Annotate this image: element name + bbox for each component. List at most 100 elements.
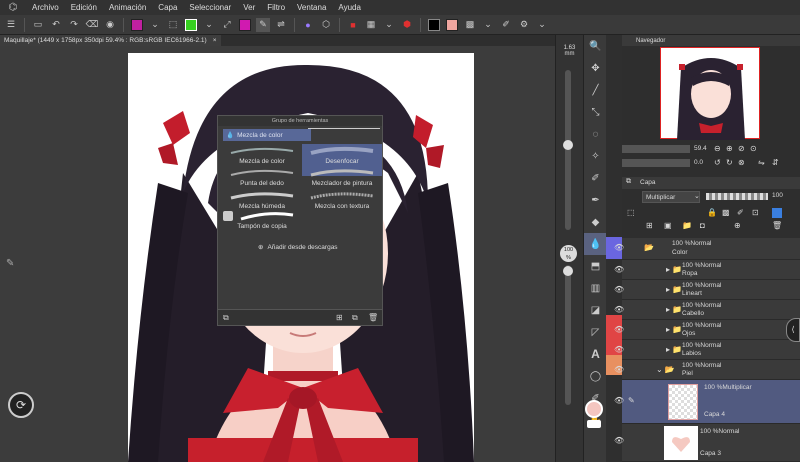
layer-item[interactable]: 👁 100 %Normal Capa 3	[614, 424, 800, 462]
ruler-icon[interactable]: ⇌	[274, 18, 288, 32]
actual-size-icon[interactable]: ⊙	[750, 144, 757, 153]
draft-icon[interactable]: ✐	[737, 208, 744, 217]
black-color-icon[interactable]	[427, 18, 441, 32]
new-layer-icon[interactable]: ⊞	[646, 221, 653, 230]
eye-icon[interactable]: 👁	[614, 305, 624, 314]
document-tab[interactable]: Maquillaje* (1449 x 1758px 350dpi 59.4% …	[0, 35, 221, 46]
chevron-down-icon[interactable]: ⌄	[481, 18, 495, 32]
opacity-badge[interactable]: 100 %	[560, 245, 577, 262]
lock-icon[interactable]: 🔒	[707, 208, 717, 217]
brush-size-handle[interactable]	[563, 140, 573, 150]
mask-icon[interactable]: ◘	[700, 221, 705, 230]
view-icon[interactable]: ◉	[103, 18, 117, 32]
add-from-downloads[interactable]: ⊕ Añadir desde descargas	[258, 243, 338, 252]
magenta-fill-icon[interactable]	[238, 18, 252, 32]
hamburger-icon[interactable]: ☰	[4, 18, 18, 32]
figure-icon[interactable]: ◪	[584, 299, 607, 321]
save-icon[interactable]: ▭	[31, 18, 45, 32]
transform-arrow-icon[interactable]: ⤡	[584, 101, 607, 123]
eyedropper-icon[interactable]: ✐	[499, 18, 513, 32]
cube-icon[interactable]: ⬡	[319, 18, 333, 32]
eye-icon[interactable]: 👁	[614, 365, 624, 374]
menu-capa[interactable]: Capa	[152, 3, 183, 12]
pen-tool-icon[interactable]: ✒	[584, 189, 607, 211]
eye-icon[interactable]: 👁	[614, 285, 624, 294]
sub-color-icon[interactable]	[587, 420, 601, 428]
chevron-down-icon[interactable]: ⌄	[382, 18, 396, 32]
selection-launcher-icon[interactable]	[184, 18, 198, 32]
settings-icon[interactable]: ⚙	[517, 18, 531, 32]
new-tool-icon[interactable]: ⊞	[336, 313, 343, 322]
eye-icon[interactable]: 👁	[614, 325, 624, 334]
ref-icon[interactable]: ⊡	[752, 208, 759, 217]
layer-item[interactable]: 👁 ▸ 📁 100 %Normal Ropa	[614, 260, 800, 280]
eye-icon[interactable]: 👁	[614, 243, 624, 252]
menu-edicion[interactable]: Edición	[65, 3, 103, 12]
chevron-down-icon[interactable]: ⌄	[535, 18, 549, 32]
delete-layer-icon[interactable]: 🗑	[772, 221, 782, 230]
delete-icon[interactable]: 🗑	[368, 313, 378, 322]
merge-icon[interactable]: ⊕	[734, 221, 741, 230]
new-vector-icon[interactable]: ▣	[664, 221, 672, 230]
clear-icon[interactable]: ⌫	[85, 18, 99, 32]
magic-wand-icon[interactable]: ✧	[584, 145, 607, 167]
layer-item[interactable]: 👁 ⌄ 📂 100 %Normal Piel	[614, 360, 800, 380]
transform-icon[interactable]: ⤢	[220, 18, 234, 32]
menu-filtro[interactable]: Filtro	[261, 3, 291, 12]
brush-edge-icon[interactable]: ✎	[6, 258, 14, 269]
layer-opacity-slider[interactable]	[706, 193, 768, 200]
eye-icon[interactable]: 👁	[614, 345, 624, 354]
opacity-handle[interactable]	[563, 266, 573, 276]
brush-size-slider[interactable]	[565, 70, 571, 230]
menu-seleccionar[interactable]: Seleccionar	[183, 3, 237, 12]
panel-collapse-handle[interactable]: ⟨	[786, 318, 800, 342]
selection-fill-icon[interactable]	[130, 18, 144, 32]
menu-ayuda[interactable]: Ayuda	[332, 3, 367, 12]
menu-ver[interactable]: Ver	[237, 3, 261, 12]
menu-animacion[interactable]: Animación	[103, 3, 152, 12]
zoom-out-icon[interactable]: ⊖	[714, 144, 721, 153]
layer-item[interactable]: 👁 📂 100 %Normal Color	[614, 238, 800, 260]
balloon-icon[interactable]: ◯	[584, 365, 607, 387]
chevron-down-icon[interactable]: ⌄	[694, 192, 700, 200]
zoom-in-icon[interactable]: ⊕	[726, 144, 733, 153]
layer-item-selected[interactable]: 👁 ✎ 100 %Multiplicar Capa 4	[614, 380, 800, 424]
undo-icon[interactable]: ↶	[49, 18, 63, 32]
main-color-swatch[interactable]	[585, 400, 603, 418]
flip-v-icon[interactable]: ⇵	[772, 158, 779, 167]
brush-mezcla-con-textura[interactable]: Mezcla con textura	[302, 189, 382, 221]
flip-h-icon[interactable]: ⇋	[758, 158, 765, 167]
fill-icon[interactable]: ⬒	[584, 255, 607, 277]
close-icon[interactable]: ×	[213, 37, 217, 44]
eraser-icon[interactable]: ◆	[584, 211, 607, 233]
stop-icon[interactable]: ■	[346, 18, 360, 32]
gradient-icon[interactable]: ▥	[584, 277, 607, 299]
text-icon[interactable]: A	[584, 343, 607, 365]
pen-icon[interactable]: ✎	[256, 17, 270, 32]
layer-tab[interactable]: Capa	[640, 179, 656, 186]
duplicate-icon[interactable]: ⧉	[352, 313, 358, 323]
menu-ventana[interactable]: Ventana	[291, 3, 332, 12]
navigator-zoom-slider[interactable]	[622, 145, 690, 153]
layer-item[interactable]: 👁 ▸ 📁 100 %Normal Ojos	[614, 320, 800, 340]
layer-color-icon[interactable]	[772, 208, 782, 218]
transparency-lock-icon[interactable]: ▩	[722, 208, 730, 217]
settings-icon[interactable]: ⧉	[223, 313, 229, 323]
grid-icon[interactable]: ▦	[364, 18, 378, 32]
line-icon[interactable]: ╱	[584, 79, 607, 101]
blend-drop-icon[interactable]: 💧	[584, 233, 607, 255]
redo-icon[interactable]: ↷	[67, 18, 81, 32]
crop-icon[interactable]: ⬚	[166, 18, 180, 32]
fit-icon[interactable]: ⊘	[738, 144, 745, 153]
frame-icon[interactable]: ◸	[584, 321, 607, 343]
layer-item[interactable]: 👁 ▸ 📁 100 %Normal Labios	[614, 340, 800, 360]
brush-tampon-de-copia[interactable]: Tampón de copia	[222, 209, 302, 241]
chevron-down-icon[interactable]: ⌄	[202, 18, 216, 32]
record-icon[interactable]: ⬢	[400, 18, 414, 32]
clip-icon[interactable]: ⬚	[627, 208, 635, 217]
navigator-preview[interactable]	[660, 47, 760, 140]
lasso-icon[interactable]: ◌	[584, 123, 607, 145]
rotate-left-icon[interactable]: ↺	[714, 158, 721, 167]
skin-color-icon[interactable]	[445, 18, 459, 32]
eye-icon[interactable]: 👁	[614, 396, 624, 405]
